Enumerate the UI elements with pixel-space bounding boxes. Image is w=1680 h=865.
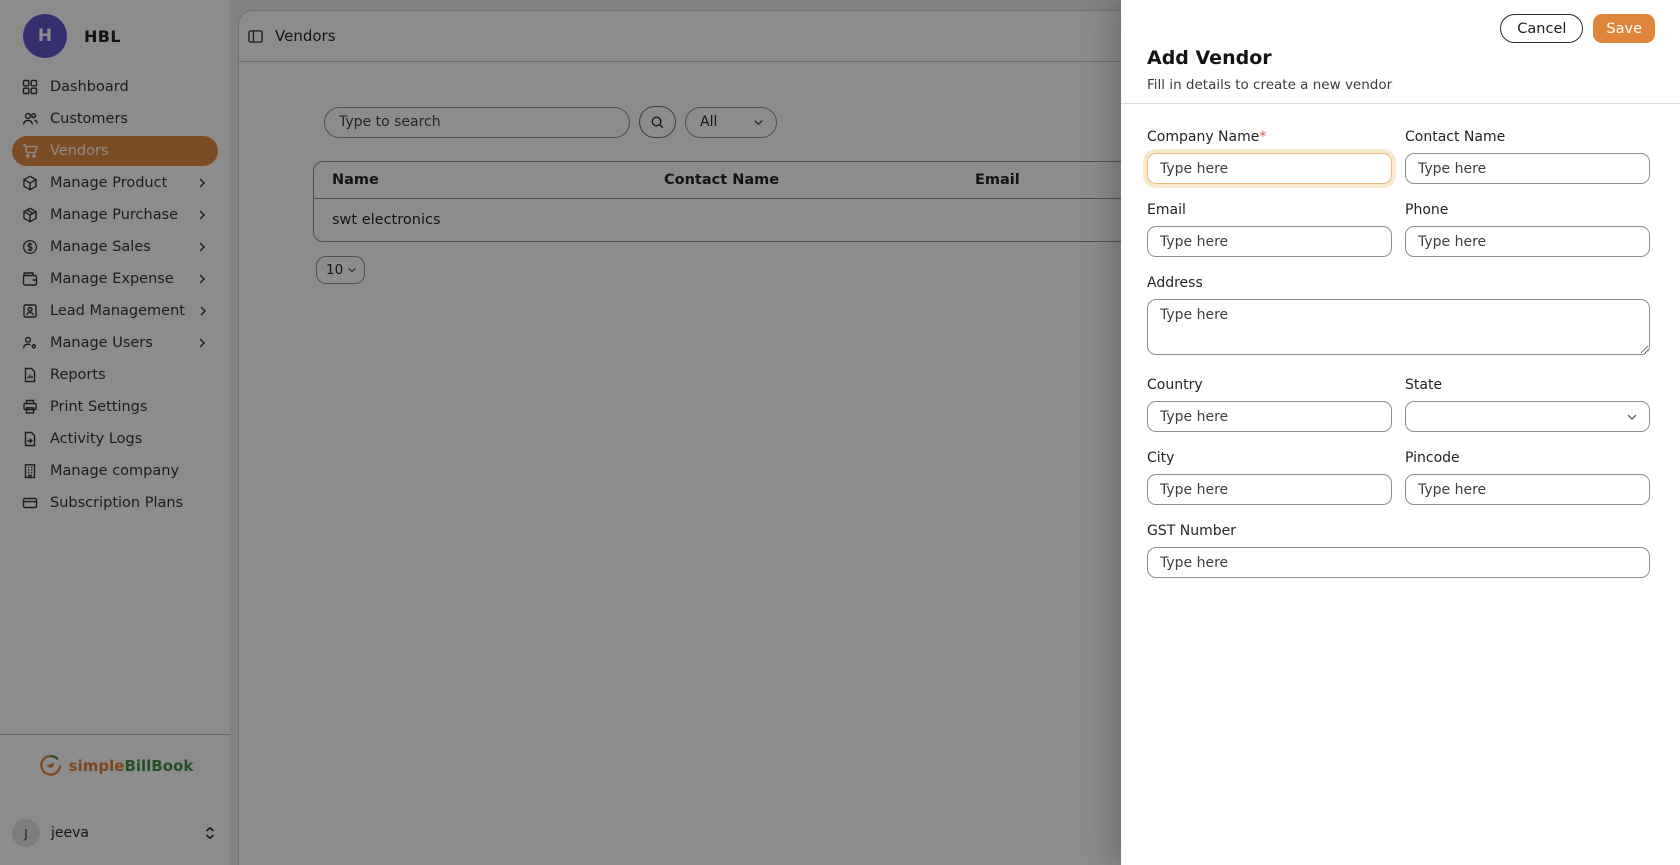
modal-overlay[interactable] bbox=[0, 0, 1121, 865]
address-field[interactable] bbox=[1147, 299, 1650, 355]
email-field[interactable] bbox=[1147, 226, 1392, 257]
gst-number-field[interactable] bbox=[1147, 547, 1650, 578]
drawer-subtitle: Fill in details to create a new vendor bbox=[1147, 77, 1392, 93]
email-label: Email bbox=[1147, 202, 1392, 218]
state-select[interactable] bbox=[1405, 401, 1650, 432]
state-label: State bbox=[1405, 377, 1650, 393]
add-vendor-drawer: Cancel Save Add Vendor Fill in details t… bbox=[1121, 0, 1680, 865]
divider bbox=[1121, 103, 1680, 104]
contact-name-field[interactable] bbox=[1405, 153, 1650, 184]
address-label: Address bbox=[1147, 275, 1650, 291]
drawer-actions: Cancel Save bbox=[1500, 14, 1655, 43]
country-field[interactable] bbox=[1147, 401, 1392, 432]
contact-name-label: Contact Name bbox=[1405, 129, 1650, 145]
drawer-title: Add Vendor bbox=[1147, 47, 1272, 69]
phone-label: Phone bbox=[1405, 202, 1650, 218]
country-label: Country bbox=[1147, 377, 1392, 393]
phone-field[interactable] bbox=[1405, 226, 1650, 257]
pincode-label: Pincode bbox=[1405, 450, 1650, 466]
city-field[interactable] bbox=[1147, 474, 1392, 505]
gst-number-label: GST Number bbox=[1147, 523, 1650, 539]
cancel-button[interactable]: Cancel bbox=[1500, 14, 1583, 43]
company-name-label: Company Name* bbox=[1147, 129, 1392, 145]
chevron-down-icon bbox=[1626, 411, 1638, 423]
pincode-field[interactable] bbox=[1405, 474, 1650, 505]
save-button[interactable]: Save bbox=[1593, 14, 1655, 43]
company-name-field[interactable] bbox=[1147, 153, 1392, 184]
city-label: City bbox=[1147, 450, 1392, 466]
required-asterisk: * bbox=[1259, 129, 1266, 145]
add-vendor-form: Company Name* Contact Name Email Phone A… bbox=[1147, 129, 1650, 596]
